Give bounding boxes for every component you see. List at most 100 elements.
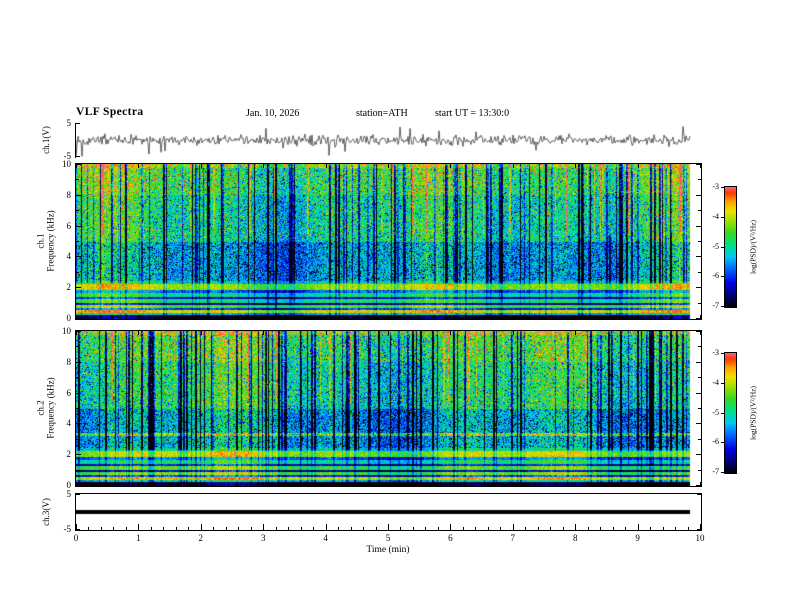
colorbar-ch2 xyxy=(724,352,737,474)
tick-label: -6 xyxy=(712,271,719,280)
tick-mark xyxy=(200,315,202,319)
tick-label: 10 xyxy=(62,159,71,169)
tick-mark xyxy=(487,527,489,530)
tick-mark xyxy=(512,482,514,486)
tick-label: 8 xyxy=(572,533,578,543)
tick-label: 8 xyxy=(66,190,72,200)
tick-mark xyxy=(325,331,327,335)
ch2-spectrogram-panel xyxy=(75,330,702,487)
tick-mark xyxy=(696,287,701,288)
colorbar-ch2-label: log(PSD)/(V²/Hz) xyxy=(748,386,758,440)
tick-mark xyxy=(721,217,724,218)
tick-mark xyxy=(175,527,177,530)
tick-mark xyxy=(275,527,277,530)
ch1-spectrogram-panel xyxy=(75,163,702,320)
tick-mark xyxy=(263,331,265,335)
tick-mark xyxy=(625,527,627,530)
tick-mark xyxy=(525,527,527,530)
ch2-frequency-axis-label: ch.2 Frequency (kHz) xyxy=(36,377,56,438)
tick-mark xyxy=(575,315,577,319)
tick-label: 3 xyxy=(260,533,266,543)
tick-mark xyxy=(675,527,677,530)
tick-mark xyxy=(288,527,290,530)
tick-mark xyxy=(721,383,724,384)
ch3-voltage-axis-label: ch.3(V) xyxy=(41,498,51,526)
tick-label: -5 xyxy=(63,524,72,534)
tick-mark xyxy=(125,527,127,530)
tick-mark xyxy=(76,408,79,409)
tick-mark xyxy=(113,527,115,530)
tick-mark xyxy=(313,527,315,530)
tick-mark xyxy=(76,454,81,455)
tick-mark xyxy=(263,164,265,168)
tick-mark xyxy=(225,527,227,530)
tick-label: 1 xyxy=(136,533,141,543)
tick-mark xyxy=(721,306,724,307)
tick-mark xyxy=(696,423,701,424)
tick-label: 2 xyxy=(66,282,72,292)
tick-mark xyxy=(698,210,701,211)
tick-label: 2 xyxy=(198,533,204,543)
tick-mark xyxy=(263,315,265,319)
tick-mark xyxy=(388,524,389,530)
tick-mark xyxy=(76,423,81,424)
tick-mark xyxy=(325,164,327,168)
tick-mark xyxy=(697,494,701,495)
tick-label: -6 xyxy=(712,437,719,446)
tick-mark xyxy=(637,524,639,530)
tick-mark xyxy=(375,527,377,530)
tick-label: 0 xyxy=(66,480,72,490)
tick-mark xyxy=(250,527,252,530)
tick-mark xyxy=(550,527,552,530)
tick-mark xyxy=(537,527,539,530)
tick-label: -3 xyxy=(712,182,719,191)
tick-label: -3 xyxy=(712,348,719,357)
tick-mark xyxy=(200,524,202,530)
tick-mark xyxy=(76,331,77,335)
tick-mark xyxy=(450,331,452,335)
tick-mark xyxy=(76,346,79,347)
tick-mark xyxy=(76,256,81,257)
colorbar-ch1 xyxy=(724,186,737,308)
tick-mark xyxy=(76,241,79,242)
header-date: Jan. 10, 2026 xyxy=(246,108,300,119)
tick-label: -7 xyxy=(712,301,719,310)
tick-label: 8 xyxy=(66,357,72,367)
tick-mark xyxy=(696,454,701,455)
tick-mark xyxy=(213,527,215,530)
tick-mark xyxy=(637,164,639,168)
tick-mark xyxy=(138,331,140,335)
tick-mark xyxy=(138,482,140,486)
tick-mark xyxy=(238,527,240,530)
tick-mark xyxy=(450,482,452,486)
tick-mark xyxy=(76,123,80,124)
tick-mark xyxy=(200,331,202,335)
tick-mark xyxy=(696,226,701,227)
tick-label: 0 xyxy=(73,533,79,543)
tick-mark xyxy=(388,164,389,168)
tick-label: -7 xyxy=(712,467,719,476)
tick-mark xyxy=(200,482,202,486)
tick-mark xyxy=(697,529,701,530)
tick-mark xyxy=(575,164,577,168)
tick-mark xyxy=(138,524,140,530)
tick-mark xyxy=(76,362,81,363)
tick-label: 4 xyxy=(323,533,328,543)
tick-mark xyxy=(696,195,701,196)
ch2-spectrogram-canvas xyxy=(76,331,701,486)
tick-mark xyxy=(512,331,514,335)
tick-mark xyxy=(363,527,365,530)
tick-mark xyxy=(637,315,639,319)
tick-mark xyxy=(76,287,81,288)
tick-mark xyxy=(450,315,452,319)
tick-label: 4 xyxy=(66,251,72,261)
tick-mark xyxy=(300,527,302,530)
tick-mark xyxy=(662,527,664,530)
tick-mark xyxy=(100,527,102,530)
tick-mark xyxy=(76,303,79,304)
tick-label: 5 xyxy=(385,533,391,543)
ch1-spectrogram-canvas xyxy=(76,164,701,319)
tick-mark xyxy=(138,315,140,319)
tick-mark xyxy=(696,256,701,257)
tick-label: 9 xyxy=(635,533,640,543)
